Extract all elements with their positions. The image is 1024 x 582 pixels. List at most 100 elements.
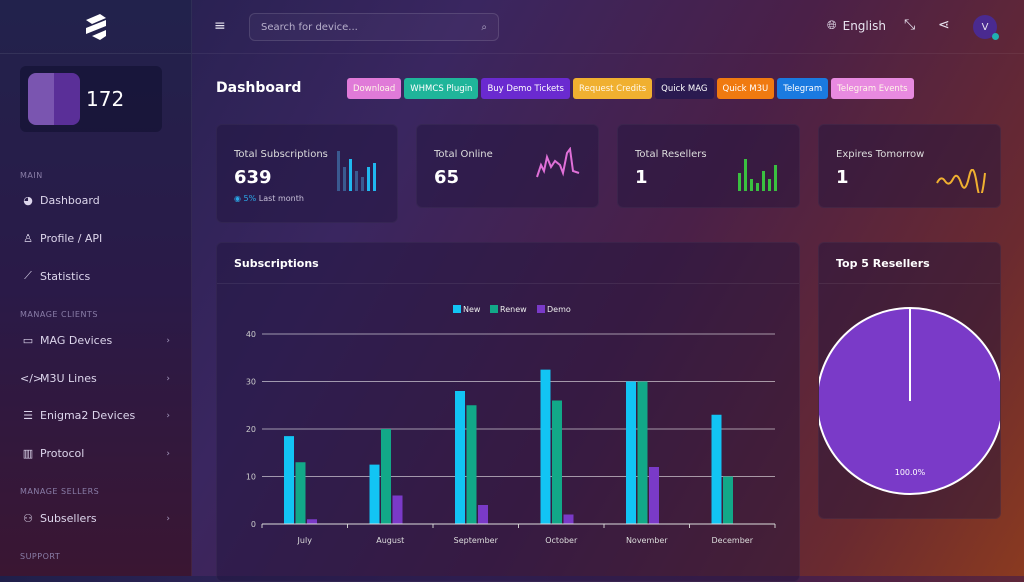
user-avatar[interactable]: V	[973, 15, 999, 40]
sparkline-line	[536, 147, 580, 178]
user-initial: V	[981, 21, 989, 33]
online-status-dot	[992, 33, 999, 40]
section-support: SUPPORT	[20, 552, 61, 561]
stat-card-expires-tomorrow: Expires Tomorrow 1	[818, 124, 1001, 208]
chevron-right-icon: ›	[166, 410, 170, 421]
sidebar-item-label: Protocol	[40, 447, 85, 460]
logo[interactable]	[0, 0, 191, 54]
quick-button-telegram[interactable]: Telegram	[777, 78, 829, 99]
stat-card-total-resellers: Total Resellers 1	[617, 124, 800, 208]
globe-icon: 🌐︎	[827, 18, 837, 32]
sidebar-item-statistics[interactable]: ⟋ Statistics	[20, 269, 170, 283]
search-input[interactable]: Search for device... ⌕	[249, 13, 499, 41]
avatar	[28, 73, 80, 125]
x-tick-label: October	[545, 536, 578, 545]
resellers-pie-chart: 100.0%	[819, 307, 1000, 495]
y-tick-label: 30	[246, 378, 256, 387]
quick-button-telegram-events[interactable]: Telegram Events	[831, 78, 914, 99]
search-icon[interactable]: ⌕	[481, 22, 487, 33]
bar-new-december[interactable]	[711, 414, 722, 524]
subscriptions-bar-chart: 0 10 20 30 40 July August September October Novem…	[246, 305, 776, 545]
bar-new-august[interactable]	[369, 464, 380, 524]
quick-button-whmcs-plugin[interactable]: WHMCS Plugin	[404, 78, 479, 99]
section-main: MAIN	[20, 171, 43, 180]
sidebar-item-subsellers[interactable]: ⚇ Subsellers ›	[20, 512, 170, 525]
chevron-right-icon: ›	[166, 373, 170, 384]
stat-value: 1	[635, 167, 648, 188]
y-tick-label: 40	[246, 330, 256, 339]
panel-title: Subscriptions	[234, 257, 319, 270]
server-icon: ☰	[23, 409, 33, 422]
x-tick-label: September	[454, 536, 499, 545]
language-label: English	[842, 18, 886, 33]
y-tick-label: 0	[251, 520, 256, 529]
stat-value: 1	[836, 167, 849, 188]
legend-label[interactable]: New	[463, 305, 481, 314]
bar-demo-october[interactable]	[563, 514, 574, 525]
search-placeholder: Search for device...	[261, 21, 358, 33]
bar-demo-september[interactable]	[478, 505, 488, 524]
divider	[217, 283, 799, 284]
legend-swatch	[490, 305, 498, 313]
bar-new-september[interactable]	[455, 391, 465, 524]
stat-value: 639	[234, 167, 272, 188]
gauge-icon: ◕	[23, 194, 33, 207]
section-manage-clients: MANAGE CLIENTS	[20, 310, 98, 319]
chevron-right-icon: ›	[166, 448, 170, 459]
bar-demo-july[interactable]	[307, 519, 317, 524]
bar-new-november[interactable]	[626, 381, 636, 525]
bar-renew-november[interactable]	[637, 381, 648, 525]
x-tick-label: November	[626, 536, 668, 545]
bar-new-july[interactable]	[284, 436, 294, 524]
share-icon[interactable]: ⋖	[938, 17, 950, 33]
bar-renew-august[interactable]	[381, 429, 391, 524]
topbar: ≡ Search for device... ⌕ 🌐︎ English ⤡ ⋖ V	[192, 0, 1024, 54]
code-icon: </>	[20, 372, 43, 385]
x-tick-label: August	[376, 536, 404, 545]
sidebar-item-mag-devices[interactable]: ▭ MAG Devices ›	[20, 334, 170, 347]
legend-label[interactable]: Renew	[500, 305, 527, 314]
legend-label[interactable]: Demo	[547, 305, 571, 314]
quick-button-buy-demo-tickets[interactable]: Buy Demo Tickets	[481, 78, 570, 99]
x-tick-label: December	[712, 536, 754, 545]
y-tick-label: 20	[246, 425, 256, 434]
bar-renew-october[interactable]	[552, 400, 562, 525]
language-selector[interactable]: 🌐︎ English	[827, 18, 886, 33]
sidebar-item-profile[interactable]: ♙ Profile / API	[20, 232, 170, 245]
quick-button-request-credits[interactable]: Request Credits	[572, 78, 653, 99]
profile-card[interactable]: 172	[20, 66, 162, 132]
users-icon: ⚇	[23, 512, 33, 525]
sidebar: 172 MAIN MANAGE CLIENTS MANAGE SELLERS S…	[0, 0, 192, 576]
sidebar-item-m3u-lines[interactable]: </> M3U Lines ›	[20, 372, 170, 385]
menu-toggle-icon[interactable]: ≡	[214, 18, 226, 34]
sidebar-item-protocol[interactable]: ▥ Protocol ›	[20, 447, 170, 460]
quick-button-quick-m3u[interactable]: Quick M3U	[716, 78, 775, 99]
sidebar-item-label: Statistics	[40, 269, 91, 283]
stat-title: Total Online	[434, 149, 493, 160]
bar-renew-december[interactable]	[723, 476, 733, 525]
change-percent: 5%	[243, 194, 257, 203]
sidebar-item-label: Profile / API	[40, 232, 103, 245]
user-icon: ♙	[23, 232, 33, 245]
quick-button-quick-mag[interactable]: Quick MAG	[655, 78, 714, 99]
page-title: Dashboard	[216, 80, 302, 96]
panel-title: Top 5 Resellers	[836, 257, 930, 270]
sidebar-item-label: M3U Lines	[40, 372, 97, 385]
chart-line-icon: ⟋	[24, 269, 32, 282]
quick-action-buttons: Download WHMCS Plugin Buy Demo Tickets Requ…	[347, 78, 914, 99]
bar-renew-september[interactable]	[466, 405, 477, 524]
change-label: Last month	[258, 194, 304, 203]
stat-card-total-online: Total Online 65	[416, 124, 599, 208]
fullscreen-exit-icon[interactable]: ⤡	[904, 17, 915, 33]
trend-icon: ◉	[234, 194, 244, 203]
stat-title: Expires Tomorrow	[836, 149, 925, 160]
sparkline-line	[936, 169, 986, 193]
stat-title: Total Subscriptions	[234, 149, 328, 160]
bar-demo-august[interactable]	[392, 495, 403, 525]
bar-new-october[interactable]	[540, 369, 551, 524]
sidebar-item-enigma2-devices[interactable]: ☰ Enigma2 Devices ›	[20, 409, 170, 422]
quick-button-download[interactable]: Download	[347, 78, 402, 99]
sidebar-item-dashboard[interactable]: ◕ Dashboard	[20, 194, 170, 207]
bar-renew-july[interactable]	[295, 462, 306, 524]
bar-demo-november[interactable]	[649, 467, 659, 524]
